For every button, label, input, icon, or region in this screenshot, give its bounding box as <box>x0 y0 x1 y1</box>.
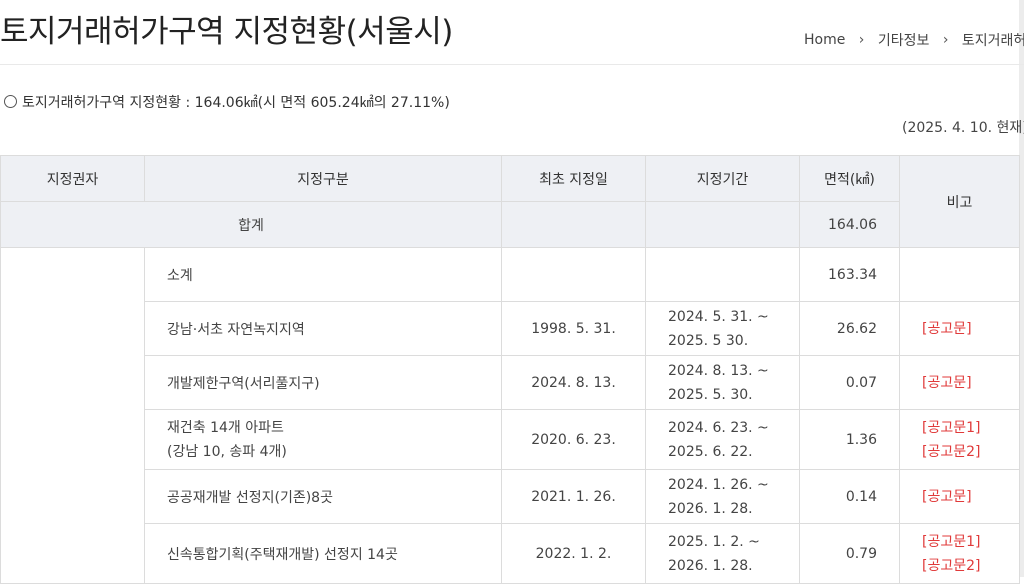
period-start: 2024. 5. 31. ~ <box>668 308 769 325</box>
breadcrumb-current[interactable]: 토지거래허가 <box>962 30 1024 50</box>
row-area: 1.36 <box>799 409 900 470</box>
row-name-line1: 재건축 14개 아파트 <box>167 419 284 436</box>
breadcrumb-other-info[interactable]: 기타정보 <box>878 30 930 50</box>
row-period: 2024. 6. 23. ~ 2025. 6. 22. <box>645 409 800 470</box>
col-header-area: 면적(㎢) <box>799 155 900 202</box>
row-period: 2025. 1. 2. ~ 2026. 1. 28. <box>645 523 800 584</box>
col-header-note: 비고 <box>899 155 1020 248</box>
row-name: 공공재개발 선정지(기존)8곳 <box>144 469 502 524</box>
row-name: 신속통합기획(주택재개발) 선정지 14곳 <box>144 523 502 584</box>
row-period: 2024. 5. 31. ~ 2025. 5 30. <box>645 301 800 356</box>
row-area: 26.62 <box>799 301 900 356</box>
chevron-right-icon: › <box>942 32 949 48</box>
subtotal-first-date <box>501 247 646 302</box>
subtotal-area: 163.34 <box>799 247 900 302</box>
table-row: 공공재개발 선정지(기존)8곳 2021. 1. 26. 2024. 1. 26… <box>1 469 1020 524</box>
table-row: 재건축 14개 아파트 (강남 10, 송파 4개) 2020. 6. 23. … <box>1 409 1020 470</box>
row-area: 0.79 <box>799 523 900 584</box>
summary-text: 토지거래허가구역 지정현황 : 164.06㎢(시 면적 605.24㎢의 27… <box>22 95 450 111</box>
row-name: 강남·서초 자연녹지지역 <box>144 301 502 356</box>
row-first-date: 2021. 1. 26. <box>501 469 646 524</box>
period-start: 2025. 1. 2. ~ <box>668 533 760 550</box>
period-end: 2026. 1. 28. <box>668 500 753 517</box>
notice-link[interactable]: [공고문] <box>900 317 1019 341</box>
period-start: 2024. 6. 23. ~ <box>668 419 769 436</box>
table-row: 신속통합기획(주택재개발) 선정지 14곳 2022. 1. 2. 2025. … <box>1 523 1020 584</box>
page-title: 토지거래허가구역 지정현황(서울시) <box>0 14 453 50</box>
row-note: [공고문] <box>899 301 1020 356</box>
designation-table: 지정권자 지정구분 최초 지정일 지정기간 면적(㎢) 비고 합계 164.06… <box>0 155 1020 584</box>
breadcrumb-home[interactable]: Home <box>804 32 845 48</box>
row-name: 개발제한구역(서리풀지구) <box>144 355 502 410</box>
as-of-date: (2025. 4. 10. 현재) <box>902 120 1024 136</box>
row-first-date: 2022. 1. 2. <box>501 523 646 584</box>
col-header-first-date: 최초 지정일 <box>501 155 646 202</box>
row-first-date: 2020. 6. 23. <box>501 409 646 470</box>
table-header-row: 지정권자 지정구분 최초 지정일 지정기간 면적(㎢) 비고 <box>0 155 1020 248</box>
period-end: 2025. 5. 30. <box>668 386 753 403</box>
subtotal-label: 소계 <box>144 247 502 302</box>
row-first-date: 2024. 8. 13. <box>501 355 646 410</box>
notice-link-1[interactable]: [공고문1] <box>900 416 1019 440</box>
chevron-right-icon: › <box>858 32 865 48</box>
period-end: 2026. 1. 28. <box>668 557 753 574</box>
row-period: 2024. 1. 26. ~ 2026. 1. 28. <box>645 469 800 524</box>
row-note: [공고문] <box>899 469 1020 524</box>
total-period <box>645 201 800 248</box>
circle-bullet-icon <box>4 95 17 108</box>
total-label: 합계 <box>0 201 502 248</box>
col-header-period: 지정기간 <box>645 155 800 202</box>
divider <box>0 64 1024 65</box>
total-first-date <box>501 201 646 248</box>
authority-cell <box>0 247 145 584</box>
col-header-authority: 지정권자 <box>0 155 145 202</box>
row-name: 재건축 14개 아파트 (강남 10, 송파 4개) <box>144 409 502 470</box>
notice-link-2[interactable]: [공고문2] <box>900 554 1019 578</box>
row-first-date: 1998. 5. 31. <box>501 301 646 356</box>
period-end: 2025. 6. 22. <box>668 443 753 460</box>
table-row: 강남·서초 자연녹지지역 1998. 5. 31. 2024. 5. 31. ~… <box>1 301 1020 356</box>
row-name-line2: (강남 10, 송파 4개) <box>167 443 287 460</box>
notice-link-1[interactable]: [공고문1] <box>900 530 1019 554</box>
notice-link[interactable]: [공고문] <box>900 485 1019 509</box>
table-row: 개발제한구역(서리풀지구) 2024. 8. 13. 2024. 8. 13. … <box>1 355 1020 410</box>
period-start: 2024. 8. 13. ~ <box>668 362 769 379</box>
col-header-category: 지정구분 <box>144 155 502 202</box>
breadcrumb: Home › 기타정보 › 토지거래허가 <box>804 30 1024 50</box>
total-row: 합계 164.06 <box>0 201 1020 248</box>
total-area: 164.06 <box>799 201 900 248</box>
row-period: 2024. 8. 13. ~ 2025. 5. 30. <box>645 355 800 410</box>
row-area: 0.14 <box>799 469 900 524</box>
row-note: [공고문1] [공고문2] <box>899 523 1020 584</box>
summary-line: 토지거래허가구역 지정현황 : 164.06㎢(시 면적 605.24㎢의 27… <box>4 92 450 112</box>
period-start: 2024. 1. 26. ~ <box>668 476 769 493</box>
notice-link[interactable]: [공고문] <box>900 371 1019 395</box>
subtotal-row: 소계 163.34 <box>0 247 1020 584</box>
subtotal-note <box>899 247 1020 302</box>
row-note: [공고문1] [공고문2] <box>899 409 1020 470</box>
subtotal-period <box>645 247 800 302</box>
row-area: 0.07 <box>799 355 900 410</box>
row-note: [공고문] <box>899 355 1020 410</box>
notice-link-2[interactable]: [공고문2] <box>900 440 1019 464</box>
period-end: 2025. 5 30. <box>668 332 749 349</box>
